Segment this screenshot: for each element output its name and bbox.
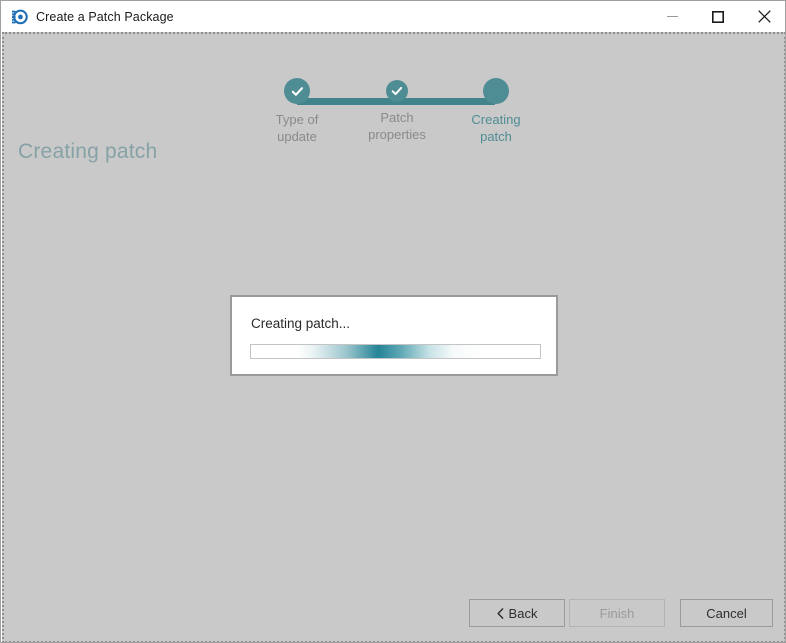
cancel-button-label: Cancel <box>706 605 747 621</box>
create-patch-package-window: Create a Patch Package Type of update Pa… <box>0 0 786 643</box>
wizard-step-type-of-update[interactable]: Type of update <box>247 47 347 145</box>
creating-patch-progress-dialog: Creating patch... <box>230 295 558 376</box>
step-label: Patch properties <box>368 110 426 142</box>
progress-bar-indeterminate-fill <box>251 345 540 358</box>
step-marker-completed <box>386 80 408 102</box>
check-icon <box>391 86 403 96</box>
progress-message: Creating patch... <box>251 316 351 331</box>
check-icon <box>291 86 303 96</box>
step-label: Creating patch <box>471 112 521 144</box>
maximize-icon <box>712 10 724 23</box>
minimize-icon <box>666 16 678 17</box>
wizard-step-indicator: Type of update Patch properties Creating… <box>4 47 784 144</box>
page-title: Creating patch <box>18 140 158 163</box>
wizard-content-area: Type of update Patch properties Creating… <box>2 32 785 642</box>
step-marker-current <box>483 78 509 104</box>
step-marker-completed <box>284 78 310 104</box>
finish-button-label: Finish <box>599 605 635 621</box>
cancel-button[interactable]: Cancel <box>680 599 773 627</box>
back-button[interactable]: Back <box>469 599 565 627</box>
minimize-button[interactable] <box>649 1 695 32</box>
title-bar: Create a Patch Package <box>1 1 785 32</box>
dot-icon <box>496 91 497 92</box>
step-label: Type of update <box>275 112 319 144</box>
wizard-step-creating-patch[interactable]: Creating patch <box>446 47 546 145</box>
app-logo-icon <box>11 9 28 24</box>
window-title: Create a Patch Package <box>36 9 174 24</box>
chevron-left-icon <box>496 607 503 619</box>
progress-bar <box>250 344 541 359</box>
finish-button[interactable]: Finish <box>569 599 665 627</box>
dialog-footer: Back Finish Cancel <box>4 599 784 627</box>
back-button-label: Back <box>508 605 538 621</box>
close-button[interactable] <box>741 1 785 32</box>
wizard-step-patch-properties[interactable]: Patch properties <box>347 47 447 143</box>
close-icon <box>757 10 771 23</box>
maximize-button[interactable] <box>695 1 741 32</box>
